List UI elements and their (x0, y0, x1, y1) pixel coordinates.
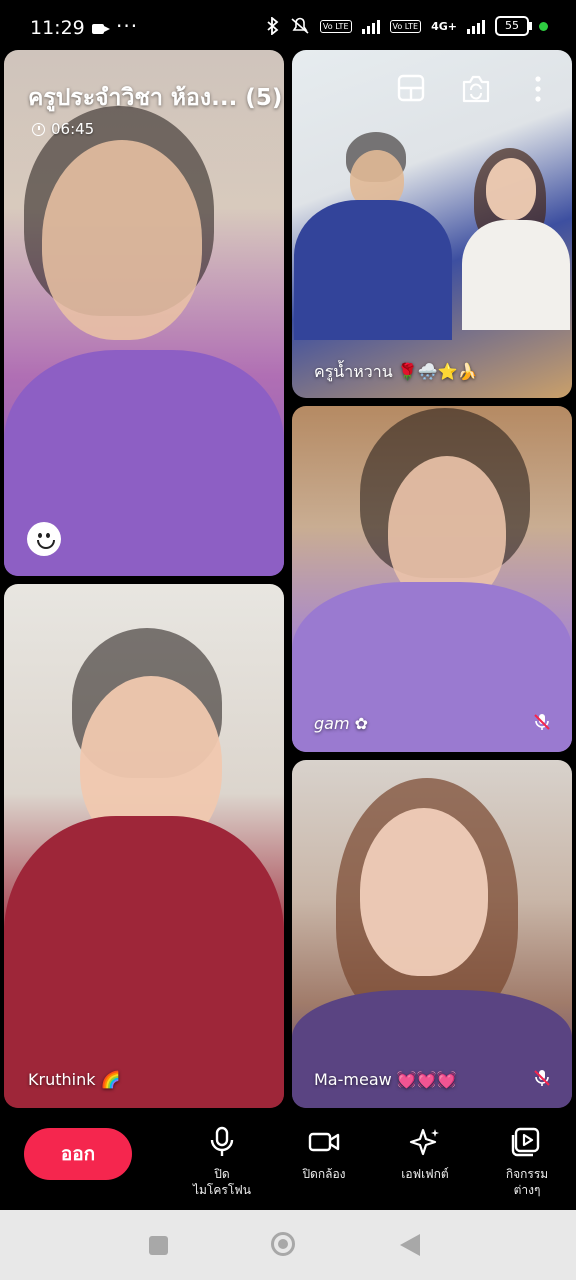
more-notifications-icon: ··· (116, 14, 139, 38)
back-icon[interactable] (400, 1234, 420, 1256)
signal-strength-icon-2 (467, 18, 485, 34)
effects-button[interactable]: เอฟเฟกต์ (380, 1126, 470, 1182)
emoji-reaction-button[interactable] (27, 522, 61, 556)
microphone-muted-icon (534, 1070, 550, 1086)
participant-shirt (294, 200, 452, 340)
video-camera-icon (308, 1132, 340, 1152)
mute-microphone-button[interactable]: ปิด ไมโครโฟน (177, 1126, 267, 1198)
participant-tile-4[interactable]: Kruthink 🌈 (4, 584, 284, 1108)
meeting-title[interactable]: ครูประจำวิชา ห้อง... (5) (28, 80, 282, 116)
mute-microphone-label: ปิด ไมโครโฟน (192, 1167, 251, 1197)
switch-camera-icon[interactable] (460, 74, 492, 104)
video-camera-status-icon (92, 24, 110, 34)
more-options-icon[interactable] (530, 74, 546, 104)
activities-button[interactable]: กิจกรรม ต่างๆ (482, 1126, 572, 1198)
battery-icon: 55 (495, 16, 532, 36)
participant-name: Ma-meaw 💓💓💓 (314, 1070, 457, 1089)
effects-label: เอฟเฟกต์ (401, 1167, 449, 1181)
home-icon[interactable] (271, 1232, 295, 1256)
participant-shirt (292, 990, 572, 1108)
meeting-timer: 06:45 (32, 120, 94, 138)
status-icons: Vo LTE Vo LTE 4G+ 55 (266, 16, 548, 36)
turn-off-camera-label: ปิดกล้อง (302, 1167, 346, 1181)
microphone-muted-icon (534, 714, 550, 730)
recent-apps-icon[interactable] (149, 1236, 168, 1255)
activities-label: กิจกรรม ต่างๆ (505, 1167, 549, 1197)
volte-badge-2: Vo LTE (389, 19, 422, 33)
participant-face (486, 158, 536, 220)
participant-name: gam ✿ (314, 714, 369, 733)
system-navigation-bar (0, 1210, 576, 1280)
signal-strength-icon-1 (361, 18, 380, 34)
bluetooth-icon (267, 17, 279, 35)
network-type: 4G+ (431, 19, 457, 33)
turn-off-camera-button[interactable]: ปิดกล้อง (279, 1126, 369, 1182)
privacy-indicator-dot (539, 21, 548, 31)
participant-face (360, 808, 488, 976)
sparkle-effects-icon (409, 1128, 439, 1156)
muted-bell-icon (291, 17, 309, 34)
participant-shirt (462, 220, 570, 330)
participant-tile-3[interactable]: gam ✿ (292, 406, 572, 752)
microphone-icon (210, 1126, 234, 1156)
participant-shirt (4, 816, 284, 1108)
leave-call-button[interactable]: ออก (24, 1128, 132, 1180)
participant-face (42, 140, 202, 340)
activities-play-icon (511, 1127, 540, 1157)
status-time: 11:29 (30, 17, 85, 39)
clock-icon (32, 122, 45, 136)
participant-name: Kruthink 🌈 (28, 1070, 121, 1089)
meeting-duration: 06:45 (51, 120, 95, 138)
participant-name: ครูน้ำหวาน 🌹🌨️⭐🍌 (314, 362, 478, 381)
status-bar: 11:29 ··· Vo LTE Vo LTE 4G+ 55 (0, 0, 576, 52)
call-toolbar: ออก ปิด ไมโครโฟน ปิดกล้อง เอฟเฟกต์ กิจกรร… (0, 1112, 576, 1210)
volte-badge-1: Vo LTE (319, 19, 352, 33)
participant-tile-5[interactable]: Ma-meaw 💓💓💓 (292, 760, 572, 1108)
layout-toggle-icon[interactable] (397, 74, 425, 102)
